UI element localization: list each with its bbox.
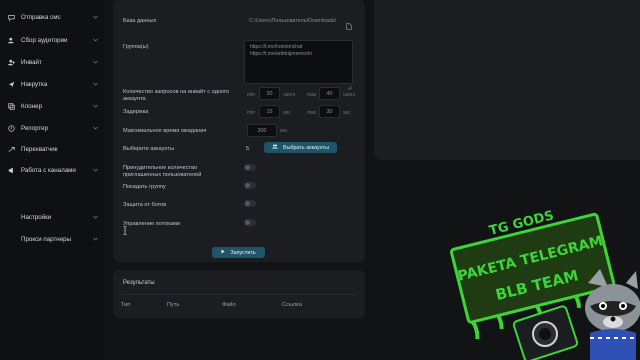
- select-accounts-label: Выбрать аккаунты: [283, 144, 329, 151]
- column-header-link: Ссылка: [282, 302, 302, 308]
- delay-min-label: min: [247, 110, 256, 116]
- requests-max-unit: users: [343, 92, 356, 98]
- requests-min-unit: users: [283, 92, 296, 98]
- sidebar-item-cloner[interactable]: Клонер: [8, 99, 98, 113]
- sidebar-item-label: Репортер: [21, 124, 49, 132]
- sidebar-item-audience[interactable]: Сбор аудитории: [8, 33, 98, 47]
- requests-min-label: min: [247, 92, 256, 98]
- sidebar-item-invite[interactable]: Инвайт: [8, 55, 98, 69]
- column-header-type: Тип: [121, 302, 131, 308]
- chevron-down-icon: [92, 214, 98, 220]
- chevron-down-icon: [92, 236, 98, 242]
- sidebar-item-label: Накрутка: [21, 80, 48, 88]
- column-header-file: Файл: [222, 302, 236, 308]
- channels-icon: [8, 167, 15, 174]
- users-icon: [272, 144, 278, 151]
- column-header-path: Путь: [167, 302, 180, 308]
- sidebar: Отправка смс Сбор аудитории Инвайт Накру…: [0, 0, 104, 360]
- intercept-icon: [8, 146, 15, 153]
- forced-count-toggle[interactable]: [244, 164, 256, 171]
- database-label: База данных: [123, 18, 157, 24]
- bot-protection-toggle[interactable]: [244, 200, 256, 207]
- resize-handle-icon[interactable]: [347, 77, 352, 90]
- sidebar-item-label: Работа с каналами: [21, 166, 76, 174]
- invite-form-panel: База данных C:\Users\Пользователь\Downlo…: [113, 0, 365, 262]
- groups-label: Группа(ы): [123, 44, 149, 50]
- wait-unit: sec: [280, 128, 288, 134]
- play-icon: [221, 249, 225, 256]
- forced-count-label: Принудительное количество приглашенных п…: [123, 165, 202, 178]
- sidebar-item-proxy[interactable]: Прокси партнеры: [8, 232, 98, 246]
- requests-min-input[interactable]: 30: [259, 87, 280, 100]
- right-panel: [374, 0, 640, 160]
- delay-min-unit: sec: [283, 110, 291, 116]
- delay-max-label: max: [307, 110, 317, 116]
- groups-textarea[interactable]: https://t.me/hotomnchat https://t.me/arb…: [244, 40, 353, 84]
- select-accounts-button[interactable]: Выбрать аккаунты: [264, 142, 337, 153]
- users-icon: [8, 37, 15, 44]
- wait-input[interactable]: 300: [247, 124, 277, 137]
- sidebar-item-label: Перехватчик: [21, 145, 58, 153]
- report-icon: [8, 124, 15, 132]
- chevron-down-icon: [92, 81, 98, 87]
- leave-group-label: Покидать группу: [123, 184, 166, 190]
- chevron-down-icon: [92, 103, 98, 109]
- settings-icon: [8, 214, 15, 221]
- results-panel: Результаты Тип Путь Файл Ссылка: [113, 270, 365, 318]
- boost-icon: [8, 81, 15, 88]
- sms-icon: [8, 14, 15, 21]
- accounts-label: Выберите аккаунты: [123, 146, 175, 152]
- chevron-down-icon: [92, 37, 98, 43]
- sidebar-item-label: Сбор аудитории: [21, 36, 68, 44]
- file-icon[interactable]: [346, 17, 352, 30]
- start-button[interactable]: Запустить: [212, 247, 265, 258]
- tg-gods-logo: TG GODS PAKETA TELEGRAM BLB TEAM: [448, 188, 640, 360]
- requests-label: Количество запросов на инвайт с одного а…: [123, 89, 230, 102]
- chevron-down-icon: [92, 167, 98, 173]
- threads-toggle[interactable]: [244, 219, 256, 226]
- text-cursor-icon: [123, 222, 127, 236]
- sidebar-item-channels[interactable]: Работа с каналами: [8, 163, 98, 177]
- clone-icon: [8, 102, 15, 110]
- sidebar-item-reporter[interactable]: Репортер: [8, 121, 98, 135]
- sidebar-item-label: Прокси партнеры: [21, 235, 72, 243]
- delay-max-unit: sec: [343, 110, 351, 116]
- leave-group-toggle[interactable]: [244, 182, 256, 189]
- accounts-count: 5: [246, 146, 250, 152]
- sidebar-item-label: Инвайт: [21, 58, 42, 66]
- results-title: Результаты: [123, 280, 155, 286]
- sidebar-item-label: Клонер: [21, 102, 43, 110]
- delay-min-input[interactable]: 15: [259, 105, 280, 118]
- invite-icon: [8, 59, 15, 66]
- wait-label: Максимальное время ожидания: [123, 128, 207, 134]
- delay-label: Задержка: [123, 109, 149, 115]
- delay-max-input[interactable]: 30: [319, 105, 340, 118]
- database-path[interactable]: C:\Users\Пользователь\Downloads\: [249, 18, 336, 24]
- bot-protection-label: Защита от ботов: [123, 202, 167, 208]
- proxy-icon: [8, 236, 15, 243]
- sidebar-item-boost[interactable]: Накрутка: [8, 77, 98, 91]
- requests-max-input[interactable]: 40: [319, 87, 340, 100]
- chevron-down-icon: [92, 14, 98, 20]
- sidebar-item-sms[interactable]: Отправка смс: [8, 10, 98, 24]
- camera-icon: [512, 305, 579, 360]
- divider: [121, 294, 357, 295]
- sidebar-item-label: Отправка смс: [21, 13, 61, 21]
- start-label: Запустить: [230, 249, 256, 256]
- sidebar-item-interceptor[interactable]: Перехватчик: [8, 142, 98, 156]
- requests-max-label: max: [307, 92, 317, 98]
- sidebar-item-label: Настройки: [21, 213, 52, 221]
- sidebar-item-settings[interactable]: Настройки: [8, 210, 98, 224]
- chevron-down-icon: [92, 125, 98, 131]
- threads-label: Управление потоками: [123, 221, 180, 227]
- chevron-down-icon: [92, 59, 98, 65]
